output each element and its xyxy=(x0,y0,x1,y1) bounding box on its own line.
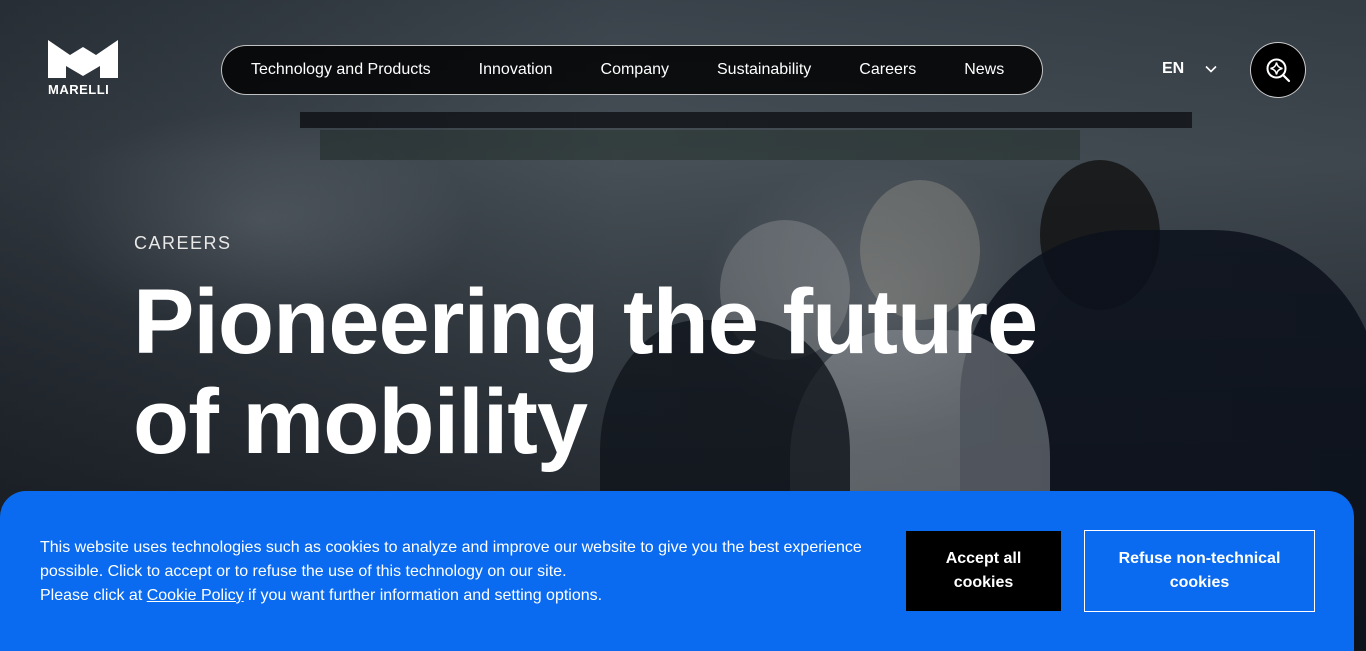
cookie-policy-link[interactable]: Cookie Policy xyxy=(147,587,244,604)
nav-item-technology-and-products[interactable]: Technology and Products xyxy=(251,61,431,79)
language-selector[interactable]: EN xyxy=(1162,60,1218,78)
marelli-logo[interactable]: MARELLI xyxy=(48,40,120,98)
cookie-banner-message: This website uses technologies such as c… xyxy=(40,539,862,580)
refuse-non-technical-cookies-button[interactable]: Refuse non-technical cookies xyxy=(1084,530,1315,612)
nav-item-careers[interactable]: Careers xyxy=(859,61,916,79)
hero-headline-line-2: of mobility xyxy=(133,371,588,473)
nav-item-company[interactable]: Company xyxy=(601,61,669,79)
cookie-banner-suffix: if you want further information and sett… xyxy=(243,587,603,604)
ai-search-icon xyxy=(1266,58,1291,83)
logo-text: MARELLI xyxy=(48,82,110,97)
language-label: EN xyxy=(1162,60,1185,77)
chevron-down-icon xyxy=(1205,65,1217,73)
accept-all-cookies-button[interactable]: Accept all cookies xyxy=(906,531,1061,611)
main-navigation: Technology and Products Innovation Compa… xyxy=(221,45,1043,95)
cookie-banner-prefix: Please click at xyxy=(40,587,147,604)
marelli-logo-mark-icon xyxy=(48,40,118,78)
nav-item-news[interactable]: News xyxy=(964,61,1004,79)
nav-item-sustainability[interactable]: Sustainability xyxy=(717,61,811,79)
nav-item-innovation[interactable]: Innovation xyxy=(479,61,553,79)
hero-eyebrow: CAREERS xyxy=(134,233,232,253)
hero-headline: Pioneering the future of mobility xyxy=(133,272,1113,472)
hero-headline-line-1: Pioneering the future xyxy=(133,271,1038,373)
cookie-banner-text: This website uses technologies such as c… xyxy=(40,536,890,608)
cookie-banner: This website uses technologies such as c… xyxy=(0,491,1354,651)
ai-search-button[interactable] xyxy=(1250,42,1306,98)
